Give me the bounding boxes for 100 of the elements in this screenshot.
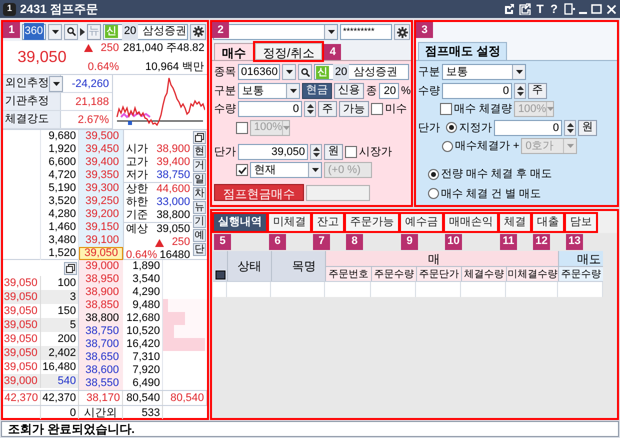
dropdown-button[interactable] [49, 76, 63, 92]
order-type-select[interactable]: 보통 [238, 82, 300, 99]
radio-button[interactable] [428, 168, 439, 180]
radio-label[interactable]: 매수 체결 건 별 매도 [441, 186, 542, 202]
stock-field[interactable]: 신 20 삼성증권 [314, 64, 409, 80]
caret-icon [547, 107, 554, 112]
execution-quantity: 16,480 [41, 360, 77, 374]
ask-price[interactable]: 39,050 [79, 247, 123, 260]
stock-field[interactable]: 신 20 삼성증권 [103, 24, 188, 40]
callout-badge: 3 [416, 22, 433, 38]
side-tab[interactable]: 차 [193, 187, 206, 200]
tab[interactable]: 매수 [214, 43, 254, 60]
ask-price[interactable]: 39,400 [79, 156, 123, 169]
radio-button[interactable] [446, 122, 457, 134]
search-button[interactable] [298, 64, 312, 80]
execution-quantity: 150 [56, 304, 77, 318]
ask-price[interactable]: 39,200 [79, 208, 123, 221]
ask-price[interactable]: 39,250 [79, 195, 123, 208]
checkbox[interactable] [236, 164, 248, 176]
side-tab[interactable]: 일 [193, 173, 206, 186]
up-triangle-icon [154, 238, 164, 246]
side-tab[interactable]: 기 [193, 215, 206, 228]
bid-price[interactable]: 38,800 [79, 312, 123, 325]
available-button[interactable]: 가능 [339, 101, 369, 118]
checkbox[interactable] [371, 103, 383, 116]
group-header: 매도 [558, 251, 603, 266]
ask-price[interactable]: 39,450 [79, 143, 123, 156]
submit-button[interactable]: 점프현금매수 [214, 184, 304, 201]
side-tab[interactable]: 거 [193, 159, 206, 172]
settings-button[interactable] [190, 24, 206, 40]
side-tab[interactable]: 예 [193, 229, 206, 242]
ask-price[interactable]: 39,500 [79, 130, 123, 143]
info-label: 저가 [126, 169, 148, 182]
account-field[interactable] [213, 24, 338, 40]
title-button[interactable]: ? [549, 0, 559, 18]
copy-button[interactable] [193, 131, 206, 144]
radio-label[interactable]: 전량 매수 체결 후 매도 [441, 166, 552, 182]
caret-icon [566, 144, 574, 148]
order-type-select[interactable]: 보통 [442, 64, 526, 80]
radio-button[interactable] [442, 140, 453, 152]
ask-price[interactable]: 39,150 [79, 221, 123, 234]
radio-label[interactable]: 매수체결가 + [455, 138, 520, 154]
dropdown-button[interactable] [48, 24, 62, 40]
column-header: 주문수량 [371, 266, 416, 281]
ask-price[interactable]: 39,100 [79, 234, 123, 247]
side-tab[interactable]: 현 [193, 145, 206, 158]
bid-price[interactable]: 38,650 [79, 351, 123, 364]
credit-badge: 신 [316, 66, 329, 79]
copy-button[interactable] [64, 262, 77, 274]
trade-value: 48.82 [177, 41, 204, 56]
quantity-field[interactable]: 0 [238, 101, 302, 118]
credit-badge: 신 [105, 25, 118, 38]
caret-icon [286, 70, 292, 74]
window-icon: 1 [3, 2, 16, 16]
checkbox-label[interactable]: 시장가 [359, 144, 392, 160]
field-label: 단가 [214, 144, 236, 160]
spinner-button[interactable] [564, 120, 576, 136]
unit-button[interactable]: 주 [528, 82, 547, 99]
bid-price[interactable]: 38,750 [79, 325, 123, 338]
side-tab[interactable]: 뉴 [193, 201, 206, 214]
dropdown-button[interactable] [282, 64, 296, 80]
bid-price[interactable]: 38,600 [79, 364, 123, 377]
radio-label[interactable]: 지정가 [459, 120, 492, 136]
ask-price[interactable]: 39,300 [79, 182, 123, 195]
tab[interactable]: 점프매도 설정 [418, 42, 508, 60]
spinner-button[interactable] [514, 82, 526, 99]
code-field[interactable]: 016360 [238, 64, 280, 80]
side-tab[interactable]: 단 [193, 243, 206, 256]
search-button[interactable] [64, 24, 78, 40]
price-basis-select[interactable]: 현재 [250, 162, 322, 178]
price-field[interactable]: 39,050 [238, 144, 308, 160]
field-label: 수량 [214, 102, 236, 117]
password-field[interactable]: ********* [340, 24, 392, 40]
margin-field[interactable]: 20 [379, 82, 399, 99]
ask-price[interactable]: 39,350 [79, 169, 123, 182]
bid-price[interactable]: 38,950 [79, 273, 123, 286]
checkbox[interactable] [345, 146, 357, 158]
bid-price[interactable]: 38,550 [79, 377, 123, 390]
spinner-button[interactable] [304, 101, 316, 118]
total-value: 80,540 [123, 391, 163, 405]
after-hours-volume: 533 [123, 406, 163, 419]
unit-button[interactable]: 주 [318, 101, 337, 118]
settings-button[interactable] [394, 24, 410, 40]
bid-price[interactable]: 38,850 [79, 299, 123, 312]
info-value: 38,750 [156, 169, 190, 182]
unit-button[interactable]: 원 [324, 144, 343, 160]
unit-button[interactable]: 원 [578, 120, 597, 136]
funding-button[interactable]: 현금 [302, 82, 332, 99]
radio-button[interactable] [428, 188, 439, 200]
bid-price[interactable]: 38,900 [79, 286, 123, 299]
bid-price[interactable]: 38,700 [79, 338, 123, 351]
quantity-field[interactable]: 0 [442, 82, 512, 99]
bid-price[interactable]: 39,000 [79, 260, 123, 273]
title-button[interactable]: T [535, 0, 545, 18]
info-label: 상한 [126, 183, 148, 196]
code-field[interactable]: 360 [22, 24, 46, 40]
price-field[interactable]: 0 [494, 120, 562, 136]
spinner-button[interactable] [310, 144, 322, 160]
checkbox-label[interactable]: 미수 [385, 101, 407, 118]
funding-button[interactable]: 신용 [334, 82, 364, 99]
